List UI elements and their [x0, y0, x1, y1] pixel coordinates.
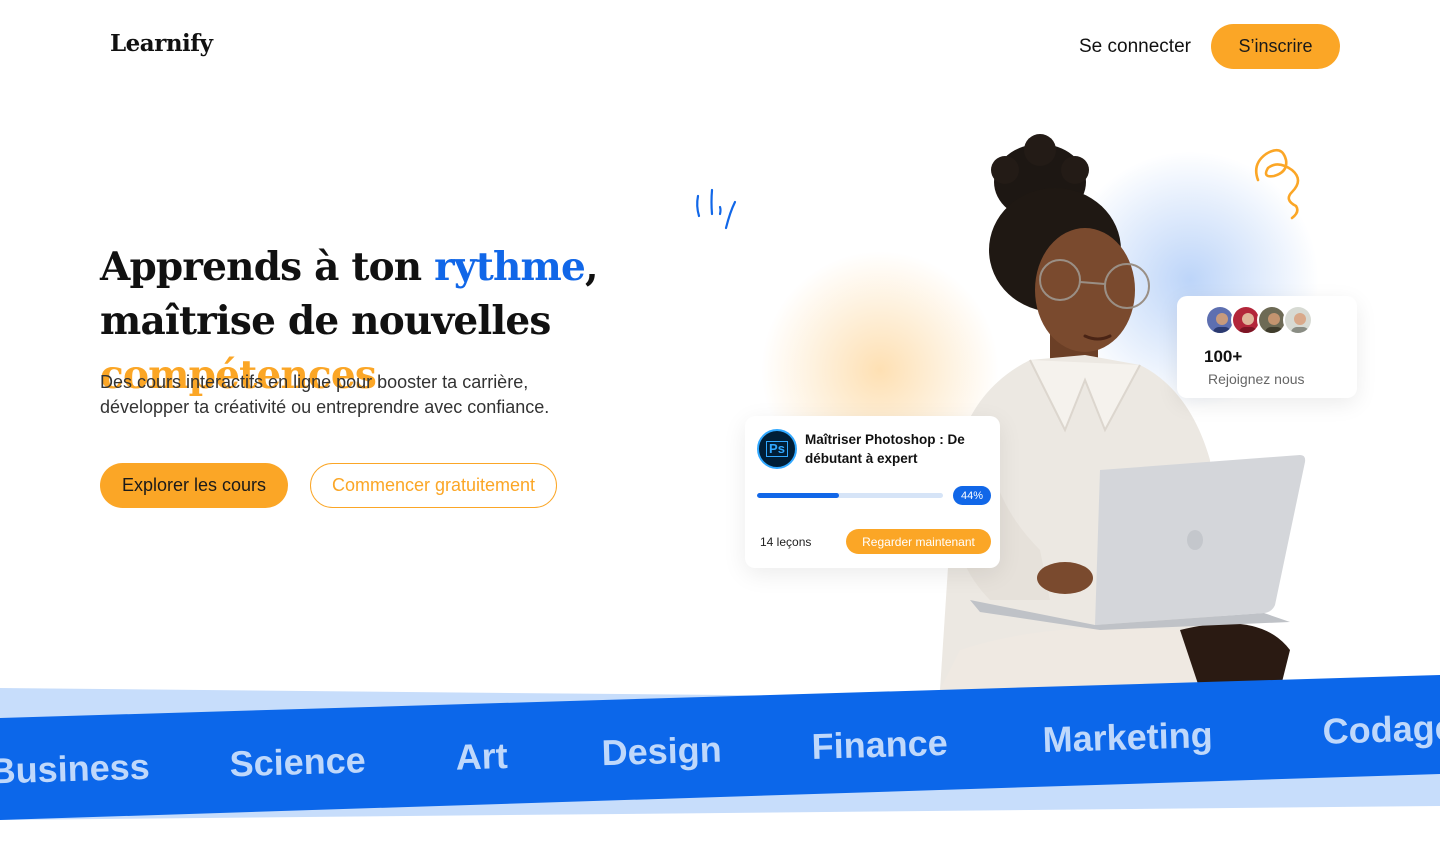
photoshop-icon: Ps — [757, 429, 797, 469]
category-band: Business Science Art Design Finance Marketing… — [0, 675, 1440, 820]
category-design[interactable]: Design — [601, 729, 722, 774]
hero-title-part1: Apprends à ton — [100, 244, 435, 290]
avatar-group — [1205, 305, 1313, 335]
category-business[interactable]: Business — [0, 746, 150, 792]
hero-subtitle: Des cours interactifs en ligne pour boos… — [100, 370, 620, 420]
hero-subtitle-line1: Des cours interactifs en ligne pour boos… — [100, 372, 529, 392]
course-title: Maîtriser Photoshop : De débutant à expe… — [805, 432, 965, 466]
category-codage[interactable]: Codage — [1322, 707, 1440, 752]
course-progress-bar — [757, 493, 943, 498]
photoshop-icon-text: Ps — [766, 441, 788, 457]
category-finance[interactable]: Finance — [811, 722, 948, 767]
watch-now-button[interactable]: Regarder maintenant — [846, 529, 991, 554]
course-progress-fill — [757, 493, 839, 498]
signup-button[interactable]: S’inscrire — [1211, 24, 1340, 69]
logo[interactable]: Learnify — [110, 30, 213, 57]
login-link[interactable]: Se connecter — [1079, 36, 1191, 58]
hero-title-highlight-rhythm: rythme — [434, 244, 586, 290]
community-count: 100+ — [1204, 347, 1243, 366]
hero-subtitle-line2: développer ta créativité ou entreprendre… — [100, 397, 550, 417]
explore-courses-button[interactable]: Explorer les cours — [100, 463, 288, 508]
community-card: 100+ Rejoignez nous — [1177, 296, 1357, 398]
category-science[interactable]: Science — [229, 739, 366, 784]
lesson-count: 14 leçons — [760, 535, 812, 549]
start-free-button[interactable]: Commencer gratuitement — [310, 463, 557, 508]
category-art[interactable]: Art — [455, 735, 508, 778]
progress-badge: 44% — [953, 486, 991, 505]
sparkle-decoration-icon — [696, 188, 737, 230]
avatar — [1283, 305, 1313, 335]
course-progress-card: Ps Maîtriser Photoshop : De débutant à e… — [745, 416, 1000, 568]
category-marketing[interactable]: Marketing — [1042, 714, 1213, 760]
community-label: Rejoignez nous — [1208, 371, 1305, 387]
squiggle-decoration-icon — [1254, 148, 1300, 220]
